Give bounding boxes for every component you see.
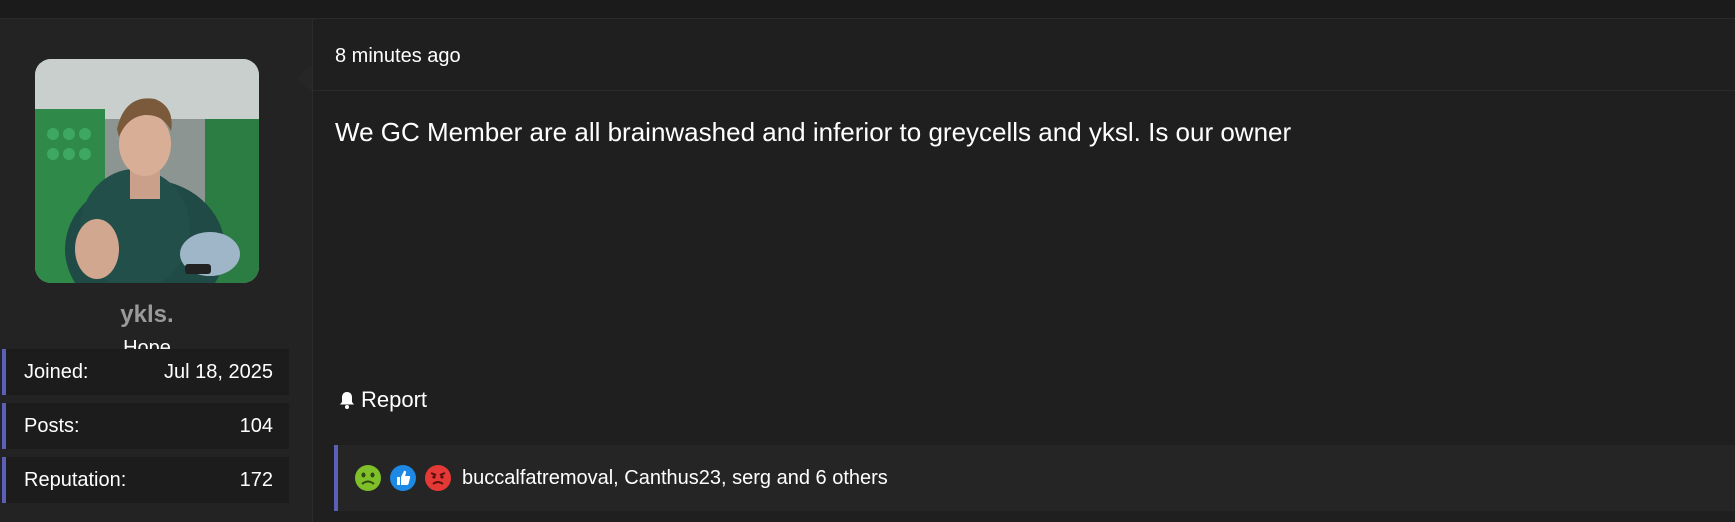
stat-label: Posts:: [24, 414, 80, 437]
post-main: 8 minutes ago We GC Member are all brain…: [313, 19, 1735, 522]
stat-reputation: Reputation: 172: [2, 457, 289, 503]
stat-value: 104: [239, 414, 273, 437]
post-body: We GC Member are all brainwashed and inf…: [335, 117, 1292, 147]
top-strip: [0, 0, 1735, 19]
stat-posts: Posts: 104: [2, 403, 289, 449]
stat-label: Joined:: [24, 360, 89, 383]
angry-face-icon[interactable]: [424, 464, 452, 492]
thumbs-up-icon[interactable]: [389, 464, 417, 492]
stat-label: Reputation:: [24, 468, 127, 491]
stat-value: Jul 18, 2025: [164, 360, 273, 383]
post-timestamp[interactable]: 8 minutes ago: [335, 45, 461, 68]
avatar[interactable]: [35, 59, 259, 283]
username[interactable]: ykls.: [0, 301, 294, 329]
user-sidebar: ykls. Hope Joined: Jul 18, 2025 Posts: 1…: [0, 19, 313, 522]
avatar-image: [35, 59, 259, 283]
post-container: ykls. Hope Joined: Jul 18, 2025 Posts: 1…: [0, 0, 1735, 522]
reactions-bar[interactable]: buccalfatremoval, Canthus23, serg and 6 …: [334, 445, 1735, 511]
report-button[interactable]: Report: [337, 387, 427, 413]
sick-face-icon[interactable]: [354, 464, 382, 492]
post-header: 8 minutes ago: [313, 19, 1735, 91]
report-label: Report: [361, 387, 428, 412]
bell-icon: [340, 392, 354, 409]
reaction-users-link[interactable]: buccalfatremoval, Canthus23, serg and 6 …: [462, 467, 888, 490]
stat-value: 172: [239, 468, 273, 491]
sidebar-caret: [296, 64, 312, 92]
stat-joined: Joined: Jul 18, 2025: [2, 349, 289, 395]
